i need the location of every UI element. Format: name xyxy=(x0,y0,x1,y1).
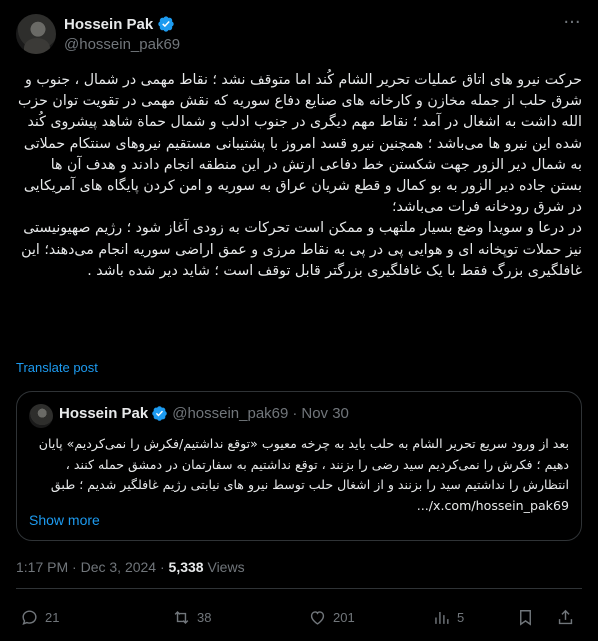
meta-separator: · xyxy=(159,559,165,575)
views-label: Views xyxy=(207,559,245,575)
divider xyxy=(16,588,582,589)
reply-icon xyxy=(22,610,37,626)
quoted-post[interactable]: Hossein Pak @hossein_pak69 · Nov 30 بعد … xyxy=(16,391,582,541)
post-time[interactable]: 1:17 PM xyxy=(16,559,68,575)
views-button[interactable]: 5 xyxy=(432,608,464,627)
like-count: 201 xyxy=(333,610,355,625)
translate-post-link[interactable]: Translate post xyxy=(16,360,98,375)
quoted-author-row: Hossein Pak @hossein_pak69 · Nov 30 xyxy=(59,405,349,422)
author-name-row: Hossein Pak xyxy=(64,15,175,33)
author-handle[interactable]: @hossein_pak69 xyxy=(64,36,180,53)
repost-count: 38 xyxy=(197,610,212,625)
verified-badge-icon xyxy=(152,406,167,421)
quoted-avatar xyxy=(29,404,53,428)
share-icon xyxy=(558,609,573,625)
post-header: Hossein Pak @hossein_pak69 ··· xyxy=(16,14,582,58)
reply-count: 21 xyxy=(45,610,60,625)
post-date[interactable]: Dec 3, 2024 xyxy=(81,559,157,575)
share-button[interactable] xyxy=(556,608,581,627)
quoted-handle: @hossein_pak69 xyxy=(172,405,289,422)
more-options-icon[interactable]: ··· xyxy=(562,14,582,36)
avatar[interactable] xyxy=(16,14,56,54)
bookmark-icon xyxy=(520,610,531,626)
bookmark-button[interactable] xyxy=(516,608,541,627)
repost-icon xyxy=(174,610,189,625)
views-chart-icon xyxy=(435,611,449,624)
action-bar: 21 38 201 5 xyxy=(16,600,582,636)
post-metadata: 1:17 PM · Dec 3, 2024 · 5,338 Views xyxy=(16,559,245,575)
quoted-date: Nov 30 xyxy=(301,405,349,422)
quoted-author-name: Hossein Pak xyxy=(59,405,149,422)
show-more-link[interactable]: Show more xyxy=(29,512,100,528)
post-text: حرکت نیرو های اتاق عملیات تحریر الشام کُ… xyxy=(17,72,582,279)
quoted-text: بعد از ورود سریع تحریر الشام به حلب باید… xyxy=(38,436,569,513)
bookmark-count: 5 xyxy=(457,610,465,625)
verified-badge-icon xyxy=(158,16,174,32)
quoted-separator: · xyxy=(292,405,298,422)
repost-button[interactable]: 38 xyxy=(172,608,211,627)
reply-button[interactable]: 21 xyxy=(20,608,59,627)
views-count: 5,338 xyxy=(168,559,204,575)
author-name[interactable]: Hossein Pak xyxy=(64,16,153,33)
like-button[interactable]: 201 xyxy=(308,608,355,627)
like-icon xyxy=(310,611,325,625)
meta-separator: · xyxy=(72,559,77,575)
